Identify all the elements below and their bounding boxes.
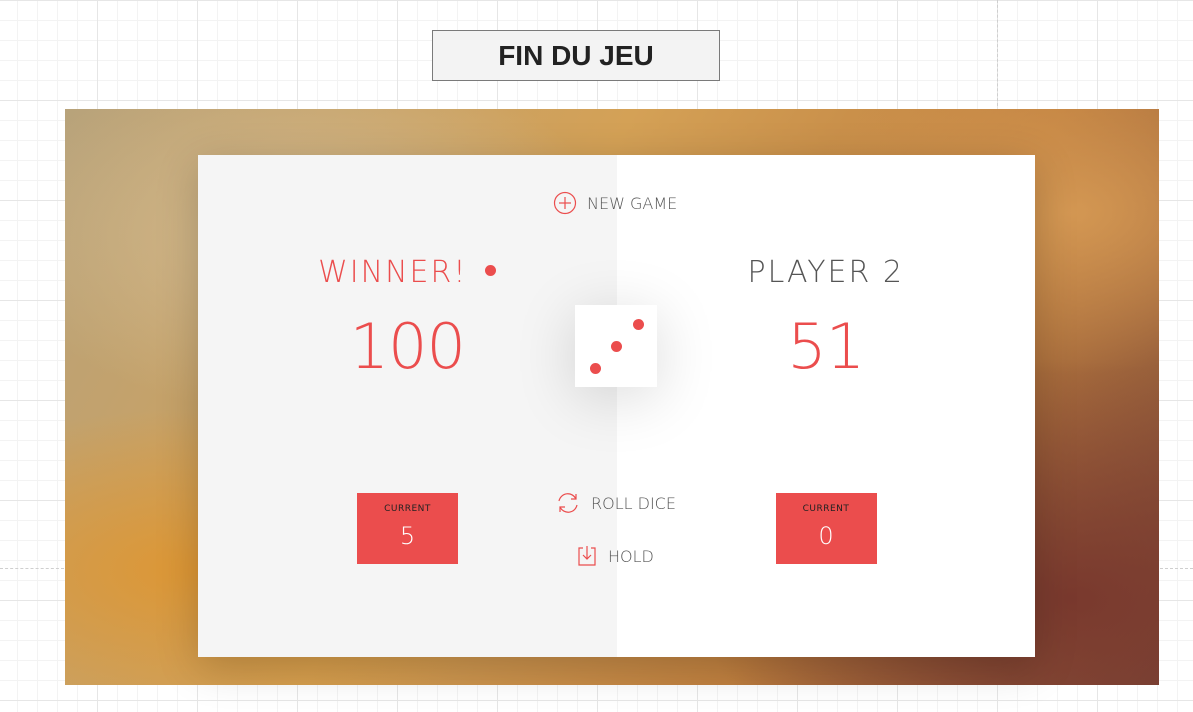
download-icon	[578, 546, 596, 566]
guide-line-vertical	[997, 0, 998, 106]
active-player-dot-icon	[485, 265, 497, 276]
hold-label: HOLD	[608, 546, 654, 566]
player-1-name: WINNER!	[198, 255, 617, 290]
player-2-panel: PLAYER 2 51 CURRENT 0	[616, 155, 1035, 657]
player-1-current-score: 5	[399, 522, 416, 550]
refresh-icon	[558, 493, 578, 513]
player-1-current-label: CURRENT	[384, 504, 431, 514]
player-1-score: 100	[349, 310, 466, 383]
new-game-button[interactable]: NEW GAME	[553, 191, 677, 215]
player-2-current-score: 0	[818, 522, 834, 550]
dice	[575, 305, 657, 387]
roll-dice-label: ROLL DICE	[591, 493, 676, 513]
player-2-current-box: CURRENT 0	[775, 493, 877, 564]
dice-pip	[633, 319, 644, 330]
guide-line-horizontal-right	[1160, 568, 1193, 569]
dice-pip	[611, 341, 622, 352]
player-2-score: 51	[787, 310, 865, 383]
page-title: FIN DU JEU	[432, 30, 720, 81]
hold-button[interactable]: HOLD	[576, 545, 654, 567]
new-game-label: NEW GAME	[587, 193, 678, 213]
dice-pip	[590, 363, 601, 374]
player-2-name: PLAYER 2	[747, 255, 904, 290]
player-1-panel: WINNER! 100 CURRENT 5	[198, 155, 617, 657]
roll-dice-button[interactable]: ROLL DICE	[555, 491, 676, 515]
player-1-name-text: WINNER!	[318, 255, 468, 290]
guide-line-horizontal-left	[0, 568, 64, 569]
player-2-current-label: CURRENT	[802, 504, 850, 514]
plus-circle-icon	[553, 191, 577, 215]
player-1-current-box: CURRENT 5	[357, 493, 458, 564]
game-board: WINNER! 100 CURRENT 5 PLAYER 2 51 CURREN…	[198, 155, 1035, 657]
